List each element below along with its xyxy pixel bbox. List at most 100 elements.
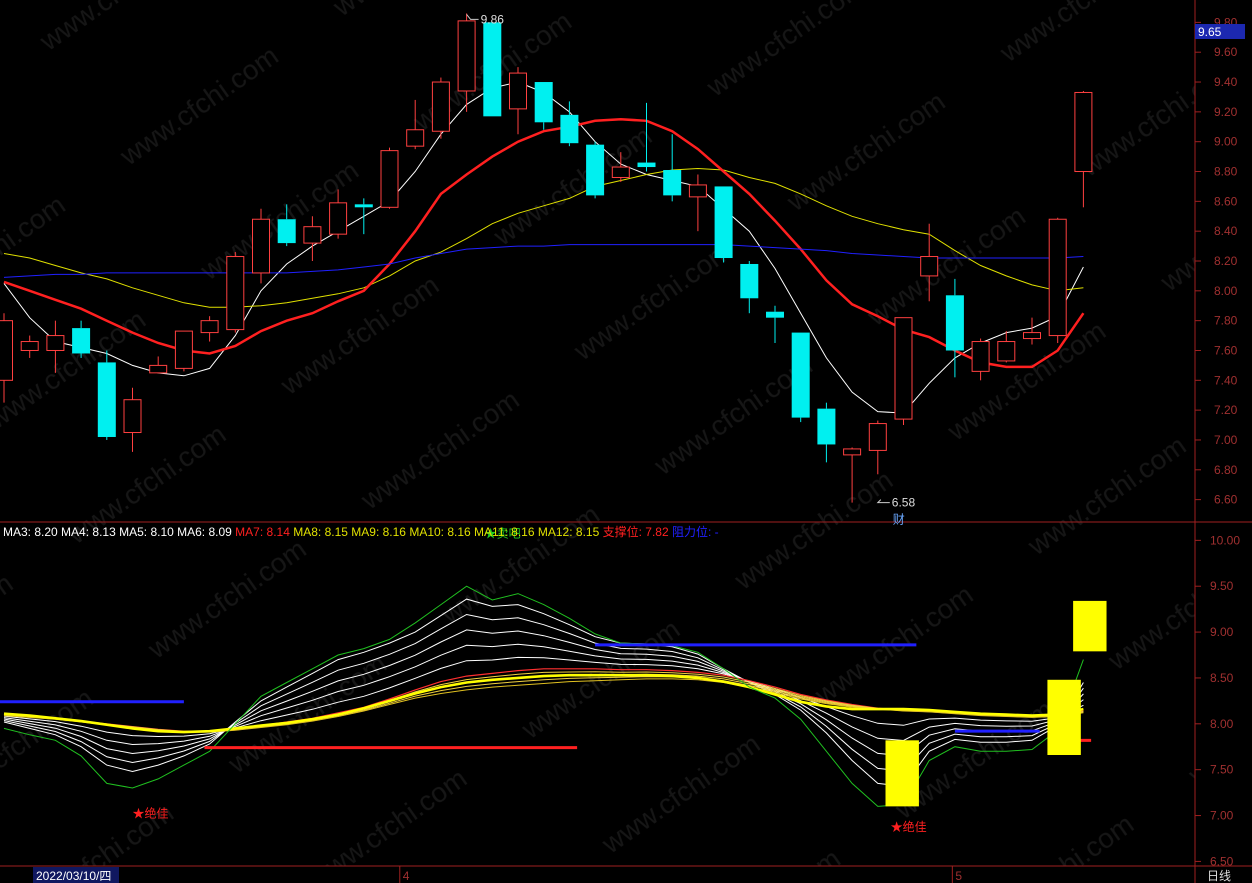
price-axis-tick-label: 9.60: [1214, 45, 1238, 59]
candle-body: [920, 256, 939, 277]
legend-label: MA11:: [471, 525, 511, 539]
candle-body: [611, 166, 630, 178]
price-axis-tick-label: 7.80: [1214, 314, 1238, 328]
legend-value: 7.82: [645, 525, 669, 539]
high-marker-label: 9.86: [481, 12, 505, 26]
candle-body: [509, 72, 527, 110]
legend-value: 8.16: [447, 525, 471, 539]
candle-body: [226, 256, 245, 331]
candle-body: [637, 162, 656, 168]
candle-down: [97, 350, 116, 440]
candle-body: [431, 81, 450, 132]
legend-value: -: [715, 525, 719, 539]
candle-down: [714, 186, 733, 263]
low-marker-tag: 财: [893, 513, 905, 527]
candle-body: [1074, 91, 1093, 173]
candle-body: [534, 82, 553, 123]
price-axis-tick-label: 8.20: [1214, 254, 1238, 268]
indicator-axis-tick-label: 10.00: [1210, 533, 1240, 547]
candle-body: [380, 150, 399, 208]
price-axis-tick-label: 7.00: [1214, 433, 1238, 447]
candle-up: [380, 147, 399, 209]
candle-body: [1023, 332, 1041, 340]
legend-value: 8.13: [92, 525, 116, 539]
indicator-axis-tick-label: 9.00: [1210, 625, 1234, 639]
legend-label: MA3:: [3, 525, 34, 539]
candle-body: [997, 341, 1016, 362]
candle-body: [843, 448, 862, 456]
price-axis-tick-label: 8.80: [1214, 165, 1238, 179]
price-axis-tick-label: 9.40: [1214, 75, 1238, 89]
legend-label: MA7:: [232, 525, 267, 539]
candle-up: [1048, 217, 1067, 344]
stock-chart[interactable]: www.cfchi.com 9.809.609.409.209.008.808.…: [0, 0, 1252, 883]
legend-label: MA9:: [348, 525, 383, 539]
legend-value: 8.15: [576, 525, 600, 539]
candle-body: [46, 335, 65, 351]
candle-body: [457, 20, 476, 92]
signal-label: ★绝佳: [891, 819, 927, 834]
legend-label: MA4:: [58, 525, 93, 539]
candle-body: [97, 362, 116, 437]
candle-body: [868, 423, 887, 451]
candle-body: [1048, 218, 1067, 337]
indicator-legend: MA3: 8.20 MA4: 8.13 MA5: 8.10 MA6: 8.09 …: [3, 524, 719, 539]
candle-up: [431, 77, 450, 139]
candle-body: [817, 408, 836, 445]
candle-body: [971, 341, 990, 372]
legend-label: 支撑位:: [599, 524, 645, 539]
candle-body: [149, 364, 168, 374]
candle-body: [72, 328, 91, 354]
month-label: 4: [403, 869, 410, 883]
price-axis-tick-label: 7.60: [1214, 343, 1238, 357]
month-label: 5: [955, 869, 962, 883]
candle-body: [406, 129, 425, 147]
candle-body: [329, 202, 348, 235]
candle-body: [20, 341, 39, 351]
price-axis-tick-label: 8.40: [1214, 224, 1238, 238]
price-axis-tick-label: 6.60: [1214, 493, 1238, 507]
start-date-label: 2022/03/10/四: [36, 869, 111, 883]
price-axis-tick-label: 9.20: [1214, 105, 1238, 119]
indicator-axis-tick-label: 6.50: [1210, 854, 1234, 868]
legend-label: MA8:: [290, 525, 325, 539]
legend-label: 阻力位:: [669, 524, 715, 539]
candle-body: [791, 332, 810, 418]
legend-value: 8.16: [511, 525, 535, 539]
legend-label: MA10:: [406, 525, 447, 539]
candle-body: [303, 226, 322, 244]
price-axis-tick-label: 8.60: [1214, 194, 1238, 208]
legend-value: 8.09: [208, 525, 232, 539]
candle-down: [586, 141, 605, 199]
candle-body: [0, 320, 13, 381]
legend-value: 8.16: [383, 525, 407, 539]
candle-body: [945, 295, 964, 351]
candle-body: [740, 263, 759, 299]
candle-body: [174, 330, 193, 369]
low-marker-label: 6.58: [892, 496, 916, 510]
candle-body: [560, 114, 579, 144]
candle-body: [123, 399, 142, 434]
signal-box: [1073, 600, 1107, 652]
legend-label: MA5:: [116, 525, 151, 539]
price-axis-tick-label: 9.00: [1214, 135, 1238, 149]
legend-label: MA12:: [535, 525, 576, 539]
indicator-axis-tick-label: 8.50: [1210, 671, 1234, 685]
price-axis-tick-label: 6.80: [1214, 463, 1238, 477]
candle-up: [894, 317, 913, 426]
legend-value: 8.20: [34, 525, 58, 539]
candle-body: [663, 170, 682, 196]
candle-down: [483, 22, 502, 117]
candle-body: [277, 219, 296, 244]
legend-value: 8.10: [150, 525, 174, 539]
price-axis-tick-label: 7.20: [1214, 403, 1238, 417]
candle-up: [174, 330, 193, 372]
legend-label: MA6:: [174, 525, 209, 539]
indicator-axis-tick-label: 7.50: [1210, 763, 1234, 777]
signal-label: ★绝佳: [133, 805, 169, 820]
candle-body: [894, 317, 913, 420]
candle-body: [766, 311, 784, 318]
period-label[interactable]: 日线: [1207, 869, 1231, 883]
candle-up: [226, 252, 245, 333]
candle-body: [586, 144, 605, 196]
